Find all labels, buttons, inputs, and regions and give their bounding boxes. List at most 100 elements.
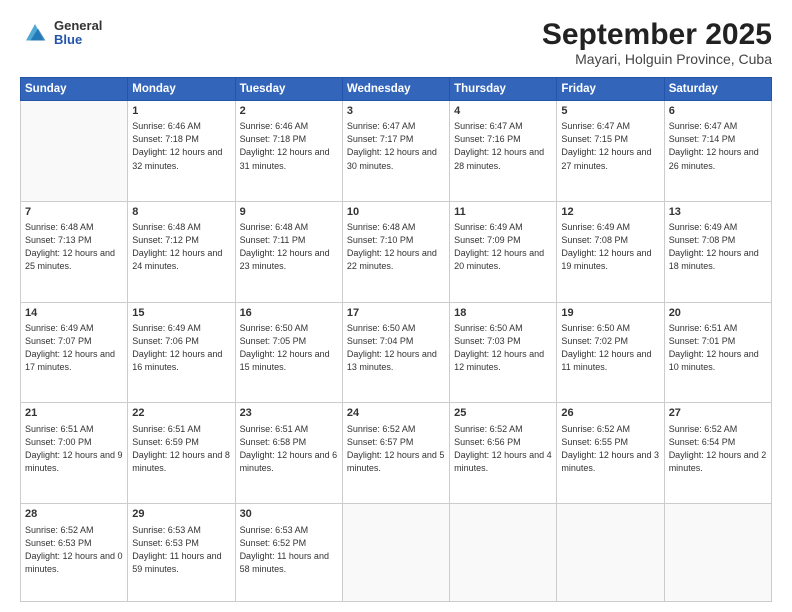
week-row-2: 7Sunrise: 6:48 AMSunset: 7:13 PMDaylight…: [21, 201, 772, 302]
day-number: 23: [240, 406, 338, 421]
cell-0-6: 6Sunrise: 6:47 AMSunset: 7:14 PMDaylight…: [664, 101, 771, 202]
week-row-3: 14Sunrise: 6:49 AMSunset: 7:07 PMDayligh…: [21, 302, 772, 403]
day-info: Sunrise: 6:52 AMSunset: 6:54 PMDaylight:…: [669, 423, 767, 475]
day-number: 3: [347, 104, 445, 119]
cell-4-0: 28Sunrise: 6:52 AMSunset: 6:53 PMDayligh…: [21, 504, 128, 602]
day-info: Sunrise: 6:51 AMSunset: 6:58 PMDaylight:…: [240, 423, 338, 475]
cell-1-6: 13Sunrise: 6:49 AMSunset: 7:08 PMDayligh…: [664, 201, 771, 302]
title-area: September 2025 Mayari, Holguin Province,…: [542, 18, 772, 67]
day-info: Sunrise: 6:47 AMSunset: 7:14 PMDaylight:…: [669, 120, 767, 172]
header-row: Sunday Monday Tuesday Wednesday Thursday…: [21, 78, 772, 101]
col-saturday: Saturday: [664, 78, 771, 101]
day-info: Sunrise: 6:50 AMSunset: 7:04 PMDaylight:…: [347, 322, 445, 374]
day-number: 27: [669, 406, 767, 421]
day-number: 7: [25, 205, 123, 220]
day-number: 20: [669, 306, 767, 321]
calendar-header: Sunday Monday Tuesday Wednesday Thursday…: [21, 78, 772, 101]
day-info: Sunrise: 6:49 AMSunset: 7:08 PMDaylight:…: [561, 221, 659, 273]
cell-3-4: 25 Sunrise: 6:52 AMSunset: 6:56 PMDayligh…: [450, 403, 557, 504]
cell-2-6: 20Sunrise: 6:51 AMSunset: 7:01 PMDayligh…: [664, 302, 771, 403]
day-number: 22: [132, 406, 230, 421]
day-info: Sunrise: 6:53 AMSunset: 6:52 PMDaylight:…: [240, 524, 338, 576]
cell-4-6: [664, 504, 771, 602]
cell-2-4: 18Sunrise: 6:50 AMSunset: 7:03 PMDayligh…: [450, 302, 557, 403]
cell-3-2: 23 Sunrise: 6:51 AMSunset: 6:58 PMDayligh…: [235, 403, 342, 504]
day-number: 16: [240, 306, 338, 321]
day-number: 6: [669, 104, 767, 119]
day-number: 24: [347, 406, 445, 421]
day-info: Sunrise: 6:52 AMSunset: 6:56 PMDaylight:…: [454, 423, 552, 475]
page: General Blue September 2025 Mayari, Holg…: [0, 0, 792, 612]
day-number: 8: [132, 205, 230, 220]
day-number: 15: [132, 306, 230, 321]
day-info: Sunrise: 6:48 AMSunset: 7:11 PMDaylight:…: [240, 221, 338, 273]
col-sunday: Sunday: [21, 78, 128, 101]
cell-0-5: 5Sunrise: 6:47 AMSunset: 7:15 PMDaylight…: [557, 101, 664, 202]
cell-3-5: 26 Sunrise: 6:52 AMSunset: 6:55 PMDayligh…: [557, 403, 664, 504]
cell-2-5: 19Sunrise: 6:50 AMSunset: 7:02 PMDayligh…: [557, 302, 664, 403]
logo-text: General Blue: [54, 19, 102, 48]
cell-1-3: 10Sunrise: 6:48 AMSunset: 7:10 PMDayligh…: [342, 201, 449, 302]
day-info: Sunrise: 6:48 AMSunset: 7:13 PMDaylight:…: [25, 221, 123, 273]
day-info: Sunrise: 6:52 AMSunset: 6:55 PMDaylight:…: [561, 423, 659, 475]
cell-4-2: 30 Sunrise: 6:53 AMSunset: 6:52 PMDayligh…: [235, 504, 342, 602]
day-info: Sunrise: 6:49 AMSunset: 7:07 PMDaylight:…: [25, 322, 123, 374]
day-number: 29: [132, 507, 230, 522]
day-number: 17: [347, 306, 445, 321]
cell-2-3: 17Sunrise: 6:50 AMSunset: 7:04 PMDayligh…: [342, 302, 449, 403]
cell-3-6: 27 Sunrise: 6:52 AMSunset: 6:54 PMDayligh…: [664, 403, 771, 504]
day-info: Sunrise: 6:48 AMSunset: 7:10 PMDaylight:…: [347, 221, 445, 273]
day-number: 2: [240, 104, 338, 119]
cell-3-1: 22 Sunrise: 6:51 AMSunset: 6:59 PMDayligh…: [128, 403, 235, 504]
cell-0-2: 2Sunrise: 6:46 AMSunset: 7:18 PMDaylight…: [235, 101, 342, 202]
page-title: September 2025: [542, 18, 772, 51]
day-number: 28: [25, 507, 123, 522]
day-number: 13: [669, 205, 767, 220]
day-number: 11: [454, 205, 552, 220]
day-info: Sunrise: 6:47 AMSunset: 7:17 PMDaylight:…: [347, 120, 445, 172]
day-info: Sunrise: 6:53 AMSunset: 6:53 PMDaylight:…: [132, 524, 230, 576]
cell-2-1: 15Sunrise: 6:49 AMSunset: 7:06 PMDayligh…: [128, 302, 235, 403]
week-row-1: 1Sunrise: 6:46 AMSunset: 7:18 PMDaylight…: [21, 101, 772, 202]
col-thursday: Thursday: [450, 78, 557, 101]
cell-4-5: [557, 504, 664, 602]
day-info: Sunrise: 6:49 AMSunset: 7:08 PMDaylight:…: [669, 221, 767, 273]
day-info: Sunrise: 6:46 AMSunset: 7:18 PMDaylight:…: [240, 120, 338, 172]
col-monday: Monday: [128, 78, 235, 101]
day-info: Sunrise: 6:47 AMSunset: 7:16 PMDaylight:…: [454, 120, 552, 172]
day-info: Sunrise: 6:50 AMSunset: 7:03 PMDaylight:…: [454, 322, 552, 374]
day-info: Sunrise: 6:50 AMSunset: 7:02 PMDaylight:…: [561, 322, 659, 374]
logo-icon: [20, 18, 50, 48]
day-number: 9: [240, 205, 338, 220]
day-info: Sunrise: 6:51 AMSunset: 7:01 PMDaylight:…: [669, 322, 767, 374]
cell-2-2: 16Sunrise: 6:50 AMSunset: 7:05 PMDayligh…: [235, 302, 342, 403]
cell-4-4: [450, 504, 557, 602]
day-info: Sunrise: 6:46 AMSunset: 7:18 PMDaylight:…: [132, 120, 230, 172]
week-row-5: 28Sunrise: 6:52 AMSunset: 6:53 PMDayligh…: [21, 504, 772, 602]
logo-blue: Blue: [54, 33, 102, 47]
day-number: 18: [454, 306, 552, 321]
cell-1-5: 12Sunrise: 6:49 AMSunset: 7:08 PMDayligh…: [557, 201, 664, 302]
cell-1-0: 7Sunrise: 6:48 AMSunset: 7:13 PMDaylight…: [21, 201, 128, 302]
cell-3-0: 21Sunrise: 6:51 AMSunset: 7:00 PMDayligh…: [21, 403, 128, 504]
day-info: Sunrise: 6:51 AMSunset: 6:59 PMDaylight:…: [132, 423, 230, 475]
col-tuesday: Tuesday: [235, 78, 342, 101]
col-friday: Friday: [557, 78, 664, 101]
day-number: 25: [454, 406, 552, 421]
day-number: 14: [25, 306, 123, 321]
day-number: 5: [561, 104, 659, 119]
logo: General Blue: [20, 18, 102, 48]
day-number: 19: [561, 306, 659, 321]
week-row-4: 21Sunrise: 6:51 AMSunset: 7:00 PMDayligh…: [21, 403, 772, 504]
day-number: 4: [454, 104, 552, 119]
day-info: Sunrise: 6:49 AMSunset: 7:09 PMDaylight:…: [454, 221, 552, 273]
day-number: 26: [561, 406, 659, 421]
day-info: Sunrise: 6:48 AMSunset: 7:12 PMDaylight:…: [132, 221, 230, 273]
day-info: Sunrise: 6:47 AMSunset: 7:15 PMDaylight:…: [561, 120, 659, 172]
day-number: 30: [240, 507, 338, 522]
page-subtitle: Mayari, Holguin Province, Cuba: [542, 51, 772, 67]
day-info: Sunrise: 6:49 AMSunset: 7:06 PMDaylight:…: [132, 322, 230, 374]
calendar-body: 1Sunrise: 6:46 AMSunset: 7:18 PMDaylight…: [21, 101, 772, 602]
cell-0-0: [21, 101, 128, 202]
day-number: 12: [561, 205, 659, 220]
